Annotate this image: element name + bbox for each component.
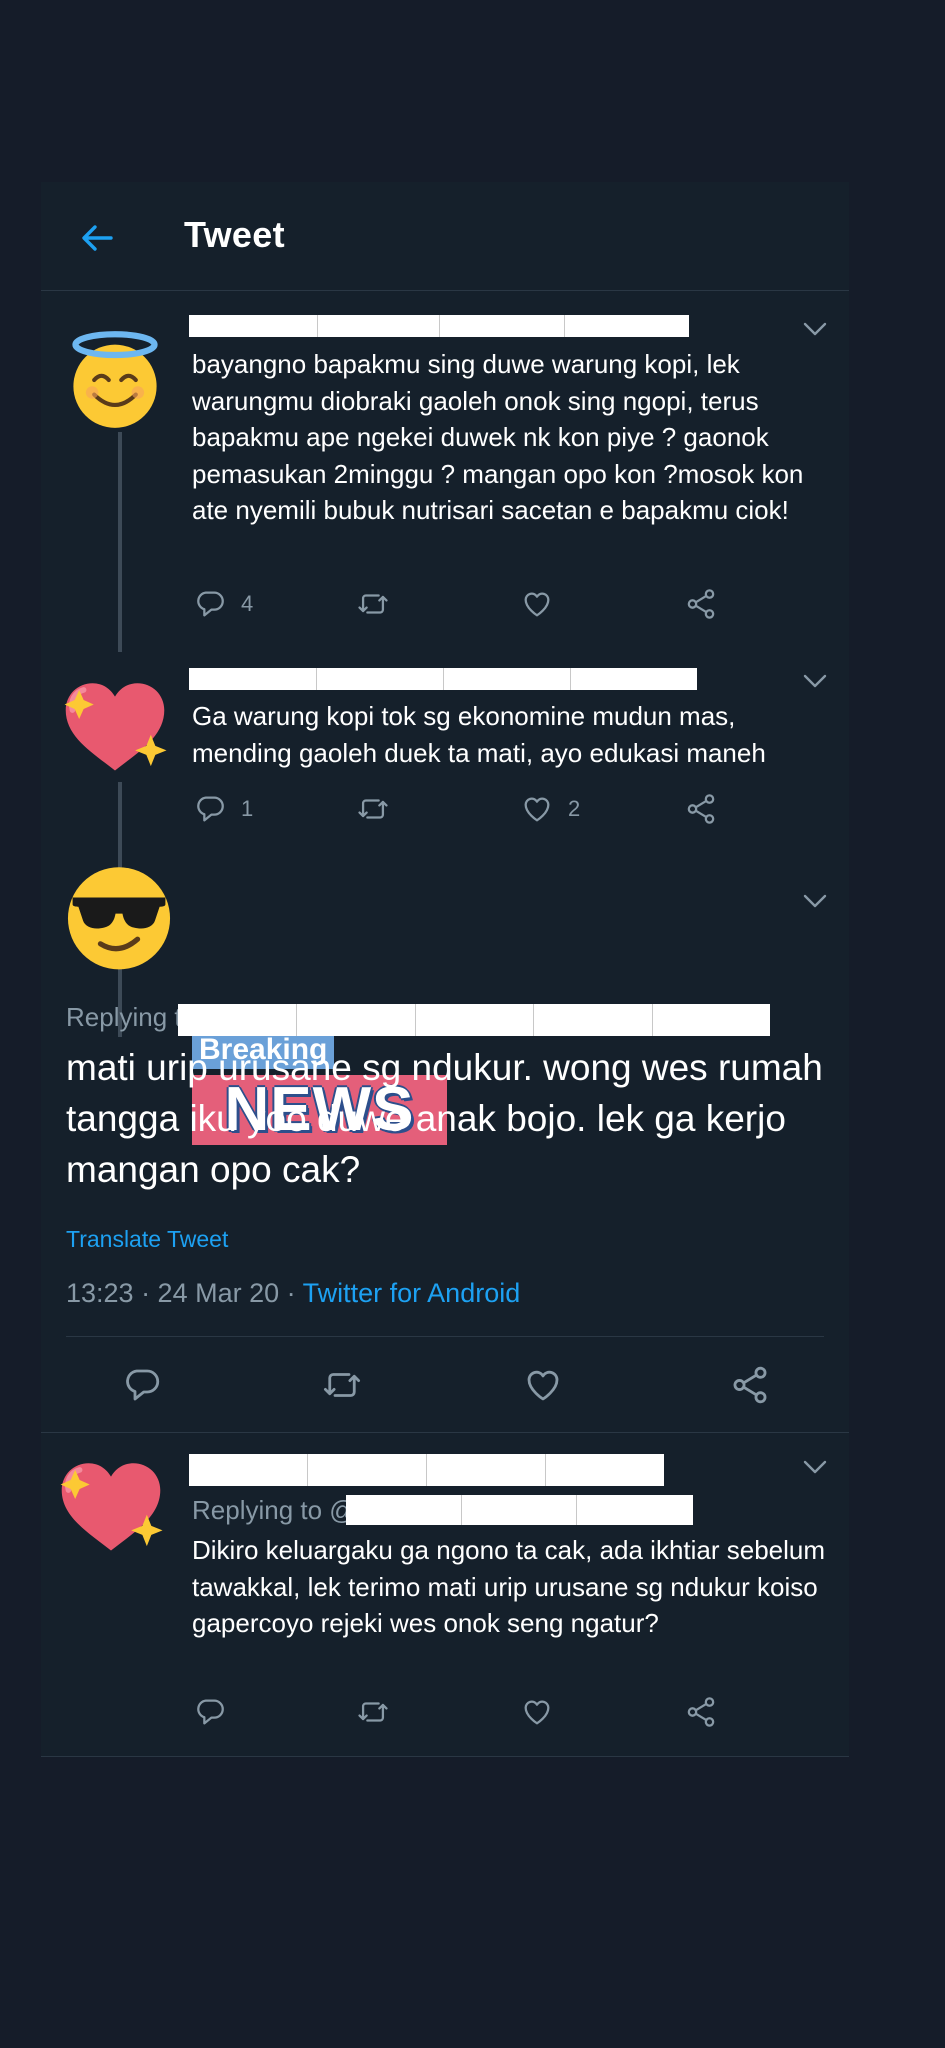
- reply-count: 1: [241, 796, 254, 821]
- reply-icon: [121, 1364, 163, 1406]
- redacted-mention: [346, 1495, 693, 1525]
- redacted-username: [189, 1454, 664, 1486]
- reply-button[interactable]: [121, 1364, 163, 1406]
- chevron-down-icon[interactable]: [801, 892, 829, 910]
- share-button[interactable]: [684, 1695, 718, 1729]
- tweet-text: Ga warung kopi tok sg ekonomine mudun ma…: [192, 701, 766, 768]
- tweet-actions: [193, 1695, 793, 1731]
- like-button[interactable]: 2: [520, 792, 580, 826]
- page-title: Tweet: [184, 214, 285, 255]
- reply-button[interactable]: 1: [193, 792, 253, 826]
- redacted-username: [189, 668, 697, 690]
- like-button[interactable]: [522, 1364, 564, 1406]
- client-link[interactable]: Twitter for Android: [303, 1278, 521, 1308]
- share-icon: [729, 1364, 771, 1406]
- like-icon: [520, 1695, 554, 1729]
- share-button[interactable]: [684, 587, 718, 621]
- reply-button[interactable]: 4: [193, 587, 253, 621]
- reply-icon: [193, 1695, 227, 1729]
- divider: [41, 1756, 849, 1757]
- retweet-button[interactable]: [356, 587, 390, 621]
- tweet-text: Dikiro keluargaku ga ngono ta cak, ada i…: [192, 1535, 826, 1639]
- smiling-face-with-sunglasses-emoji[interactable]: [61, 858, 177, 974]
- like-icon: [520, 587, 554, 621]
- focused-tweet-text: mati urip urusane sg ndukur. wong wes ru…: [66, 1047, 823, 1190]
- focused-tweet-actions: [121, 1364, 801, 1406]
- sparkling-heart-emoji[interactable]: [55, 1452, 167, 1564]
- reply-button[interactable]: [193, 1695, 227, 1729]
- tweet-meta: 13:23 · 24 Mar 20 · Twitter for Android: [66, 1278, 520, 1309]
- retweet-icon: [356, 587, 390, 621]
- tweet-text: bayangno bapakmu sing duwe warung kopi, …: [192, 349, 804, 526]
- chevron-down-icon[interactable]: [801, 672, 829, 690]
- retweet-button[interactable]: [356, 792, 390, 826]
- retweet-icon: [356, 1695, 390, 1729]
- chevron-down-icon[interactable]: [801, 320, 829, 338]
- retweet-button[interactable]: [321, 1364, 363, 1406]
- thread-line: [118, 432, 122, 652]
- share-icon: [684, 1695, 718, 1729]
- chevron-down-icon[interactable]: [801, 1458, 829, 1476]
- replying-to-label: Replying to @: [192, 1495, 356, 1525]
- retweet-icon: [356, 792, 390, 826]
- back-arrow-icon[interactable]: [77, 218, 117, 258]
- replying-to-label: Replying t: [66, 1002, 182, 1032]
- reply-icon: [193, 587, 227, 621]
- reply-icon: [193, 792, 227, 826]
- tweet-detail-panel: Tweet bayangno bapakmu sing duwe warung …: [41, 182, 849, 1757]
- share-icon: [684, 587, 718, 621]
- smiling-face-with-halo-emoji[interactable]: [63, 328, 167, 432]
- retweet-button[interactable]: [356, 1695, 390, 1729]
- like-icon: [520, 792, 554, 826]
- sparkling-heart-emoji[interactable]: [59, 672, 171, 784]
- tweet-actions: 1 2: [193, 792, 793, 828]
- retweet-icon: [321, 1364, 363, 1406]
- reply-count: 4: [241, 591, 254, 616]
- share-button[interactable]: [684, 792, 718, 826]
- like-count: 2: [568, 796, 581, 821]
- tweet-actions: 4: [193, 587, 793, 623]
- timestamp: 13:23 · 24 Mar 20 ·: [66, 1278, 303, 1308]
- share-icon: [684, 792, 718, 826]
- redacted-mention: [178, 1004, 770, 1036]
- like-button[interactable]: [520, 587, 554, 621]
- divider: [41, 1432, 849, 1433]
- translate-tweet-link[interactable]: Translate Tweet: [66, 1226, 228, 1253]
- redacted-username: [189, 315, 689, 337]
- divider: [66, 1336, 824, 1337]
- like-button[interactable]: [520, 1695, 554, 1729]
- like-icon: [522, 1364, 564, 1406]
- share-button[interactable]: [729, 1364, 771, 1406]
- top-app-bar: Tweet: [41, 182, 849, 291]
